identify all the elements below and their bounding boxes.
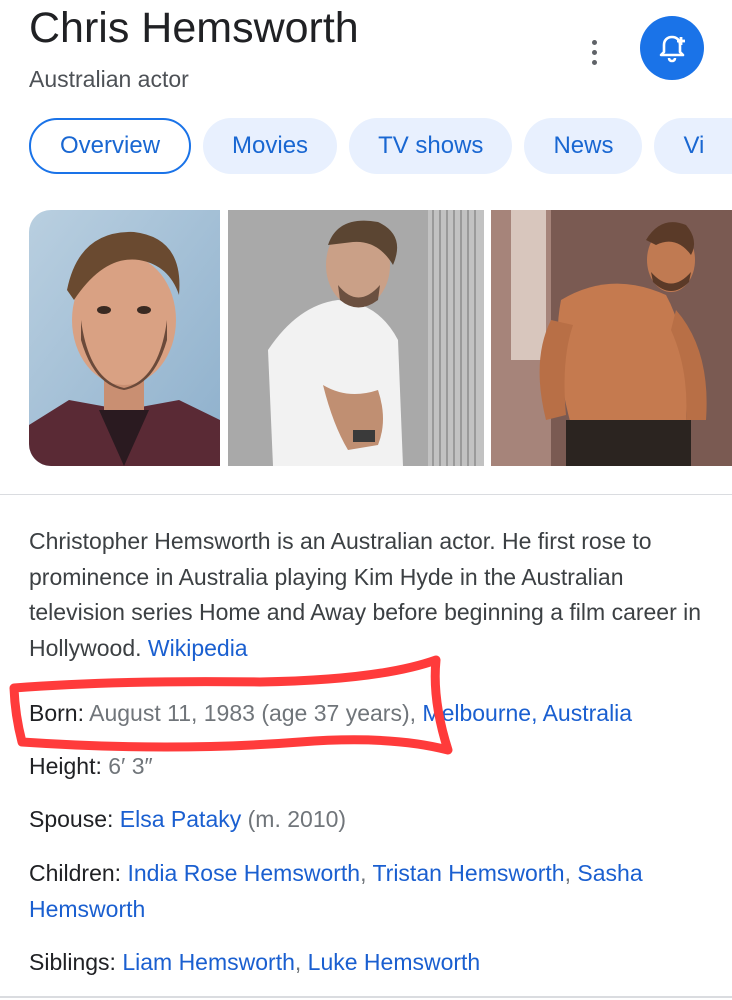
tab-news[interactable]: News <box>524 118 643 174</box>
bottom-divider <box>0 996 732 998</box>
born-place-link[interactable]: Melbourne, Australia <box>422 700 632 726</box>
fact-spouse: Spouse: Elsa Pataky (m. 2010) <box>29 801 719 837</box>
spouse-note: (m. 2010) <box>247 806 347 832</box>
bell-plus-icon <box>659 35 685 63</box>
description: Christopher Hemsworth is an Australian a… <box>29 524 719 666</box>
born-label: Born: <box>29 700 84 726</box>
children-label: Children: <box>29 860 122 886</box>
image-headshot[interactable] <box>29 210 220 466</box>
page-subtitle: Australian actor <box>29 66 189 92</box>
tab-bar: Overview Movies TV shows News Vi <box>29 118 732 174</box>
fact-siblings: Siblings: Liam Hemsworth, Luke Hemsworth <box>29 949 481 975</box>
tab-movies[interactable]: Movies <box>203 118 338 174</box>
image-shirtless[interactable] <box>491 210 732 466</box>
more-vert-icon[interactable] <box>578 32 610 72</box>
tab-videos[interactable]: Vi <box>654 118 732 174</box>
page-title: Chris Hemsworth <box>29 4 359 52</box>
section-divider <box>0 494 732 495</box>
tab-tv-shows[interactable]: TV shows <box>349 118 513 174</box>
image-white-tshirt[interactable] <box>228 210 484 466</box>
spouse-link[interactable]: Elsa Pataky <box>120 806 241 832</box>
wikipedia-link[interactable]: Wikipedia <box>148 635 248 661</box>
fact-height: Height: 6′ 3″ <box>29 748 719 784</box>
fact-born: Born: August 11, 1983 (age 37 years), Me… <box>29 695 719 731</box>
siblings-label: Siblings: <box>29 949 116 975</box>
child-link-1[interactable]: India Rose Hemsworth <box>127 860 360 886</box>
born-date: August 11, 1983 (age 37 years), <box>89 700 417 726</box>
tab-overview[interactable]: Overview <box>29 118 192 174</box>
sibling-link-2[interactable]: Luke Hemsworth <box>308 949 481 975</box>
spouse-label: Spouse: <box>29 806 114 832</box>
child-link-2[interactable]: Tristan Hemsworth <box>372 860 564 886</box>
description-text: Christopher Hemsworth is an Australian a… <box>29 528 702 661</box>
fact-children: Children: India Rose Hemsworth, Tristan … <box>29 860 643 922</box>
sibling-link-1[interactable]: Liam Hemsworth <box>122 949 295 975</box>
height-value: 6′ 3″ <box>108 753 153 779</box>
follow-button[interactable] <box>640 16 704 80</box>
height-label: Height: <box>29 753 102 779</box>
